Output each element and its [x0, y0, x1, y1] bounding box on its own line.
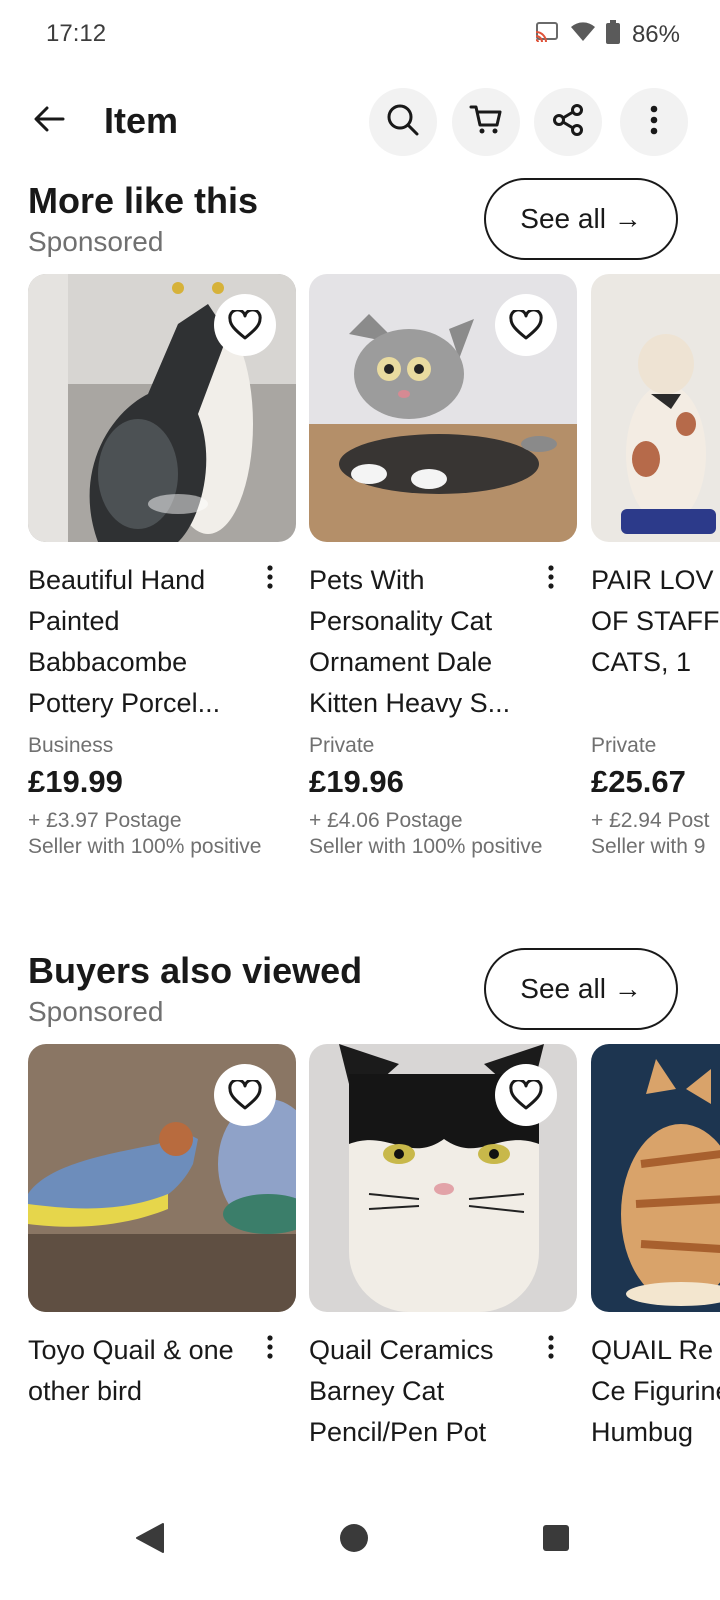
cast-icon: [534, 21, 560, 48]
product-title[interactable]: Pets With Personality Cat Ornament Dale …: [309, 560, 537, 724]
postage-cost: + £3.97 Postage: [28, 809, 182, 832]
card-more-button[interactable]: [539, 564, 563, 594]
seller-feedback: Seller with 9: [591, 835, 706, 858]
nav-back-button[interactable]: [120, 1510, 180, 1570]
section-sponsored-label: Sponsored: [28, 226, 164, 257]
seller-feedback: Seller with 100% positive: [309, 835, 543, 858]
product-price: £19.99: [28, 764, 123, 799]
product-title[interactable]: Beautiful Hand Painted Babbacombe Potter…: [28, 560, 256, 724]
nav-back-icon: [135, 1522, 165, 1559]
nav-recents-icon: [542, 1524, 570, 1557]
watch-button[interactable]: [495, 1064, 557, 1126]
seller-feedback: Seller with 100% positive: [28, 835, 262, 858]
section-title-buyers-also-viewed: Buyers also viewed: [28, 950, 363, 991]
section-sponsored-label: Sponsored: [28, 996, 164, 1027]
search-icon: [386, 103, 420, 142]
more-like-this-carousel[interactable]: Beautiful Hand Painted Babbacombe Potter…: [0, 274, 720, 874]
product-image[interactable]: [591, 274, 720, 542]
more-vertical-icon: [650, 105, 658, 140]
seller-type: Private: [309, 734, 375, 757]
seller-type: Private: [591, 734, 657, 757]
watch-button[interactable]: [495, 294, 557, 356]
more-options-button[interactable]: [620, 88, 688, 156]
heart-icon: [228, 1080, 262, 1110]
postage-cost: + £4.06 Postage: [309, 809, 463, 832]
card-more-button[interactable]: [258, 1334, 282, 1364]
status-icons: 86%: [534, 20, 680, 49]
product-title[interactable]: PAIR LOV PAIR OF STAFFOR E CATS, 1: [591, 560, 720, 683]
see-all-button[interactable]: See all →: [484, 178, 678, 260]
heart-icon: [509, 310, 543, 340]
cart-button[interactable]: [452, 88, 520, 156]
nav-home-button[interactable]: [324, 1510, 384, 1570]
more-vertical-icon: [267, 564, 273, 594]
page-title: Item: [104, 100, 179, 141]
product-title[interactable]: Quail Ceramics Barney Cat Pencil/Pen Pot: [309, 1330, 537, 1453]
share-button[interactable]: [534, 88, 602, 156]
status-bar: 17:12 86%: [0, 0, 720, 72]
share-icon: [551, 103, 585, 142]
product-price: £19.96: [309, 764, 404, 799]
product-image[interactable]: [591, 1044, 720, 1312]
product-image[interactable]: [28, 274, 296, 542]
postage-cost: + £2.94 Post: [591, 809, 710, 832]
watch-button[interactable]: [214, 1064, 276, 1126]
app-bar: Item: [0, 88, 720, 160]
watch-button[interactable]: [214, 294, 276, 356]
card-more-button[interactable]: [539, 1334, 563, 1364]
system-nav-bar: [0, 1490, 720, 1600]
more-vertical-icon: [267, 1334, 273, 1364]
product-title[interactable]: QUAIL Re Tabby Ce Figurine ( Humbug: [591, 1330, 720, 1453]
nav-recents-button[interactable]: [526, 1510, 586, 1570]
search-button[interactable]: [369, 88, 437, 156]
nav-home-icon: [339, 1523, 369, 1558]
product-title[interactable]: Toyo Quail & one other bird: [28, 1330, 256, 1412]
wifi-icon: [570, 21, 596, 48]
product-image[interactable]: [28, 1044, 296, 1312]
product-image[interactable]: [309, 1044, 577, 1312]
more-vertical-icon: [548, 564, 554, 594]
buyers-also-viewed-carousel[interactable]: Toyo Quail & one other bird Quail Cerami…: [0, 1044, 720, 1490]
back-button[interactable]: [22, 94, 76, 148]
cart-icon: [469, 104, 503, 141]
battery-percent: 86%: [631, 20, 680, 48]
card-more-button[interactable]: [258, 564, 282, 594]
product-image[interactable]: [309, 274, 577, 542]
back-arrow-icon: [33, 105, 65, 138]
product-price: £25.67: [591, 764, 686, 799]
heart-icon: [509, 1080, 543, 1110]
see-all-button[interactable]: See all →: [484, 948, 678, 1030]
section-title-more-like-this: More like this: [28, 180, 259, 221]
seller-type: Business: [28, 734, 114, 757]
status-time: 17:12: [46, 20, 107, 47]
more-vertical-icon: [548, 1334, 554, 1364]
heart-icon: [228, 310, 262, 340]
battery-icon: [605, 20, 620, 49]
